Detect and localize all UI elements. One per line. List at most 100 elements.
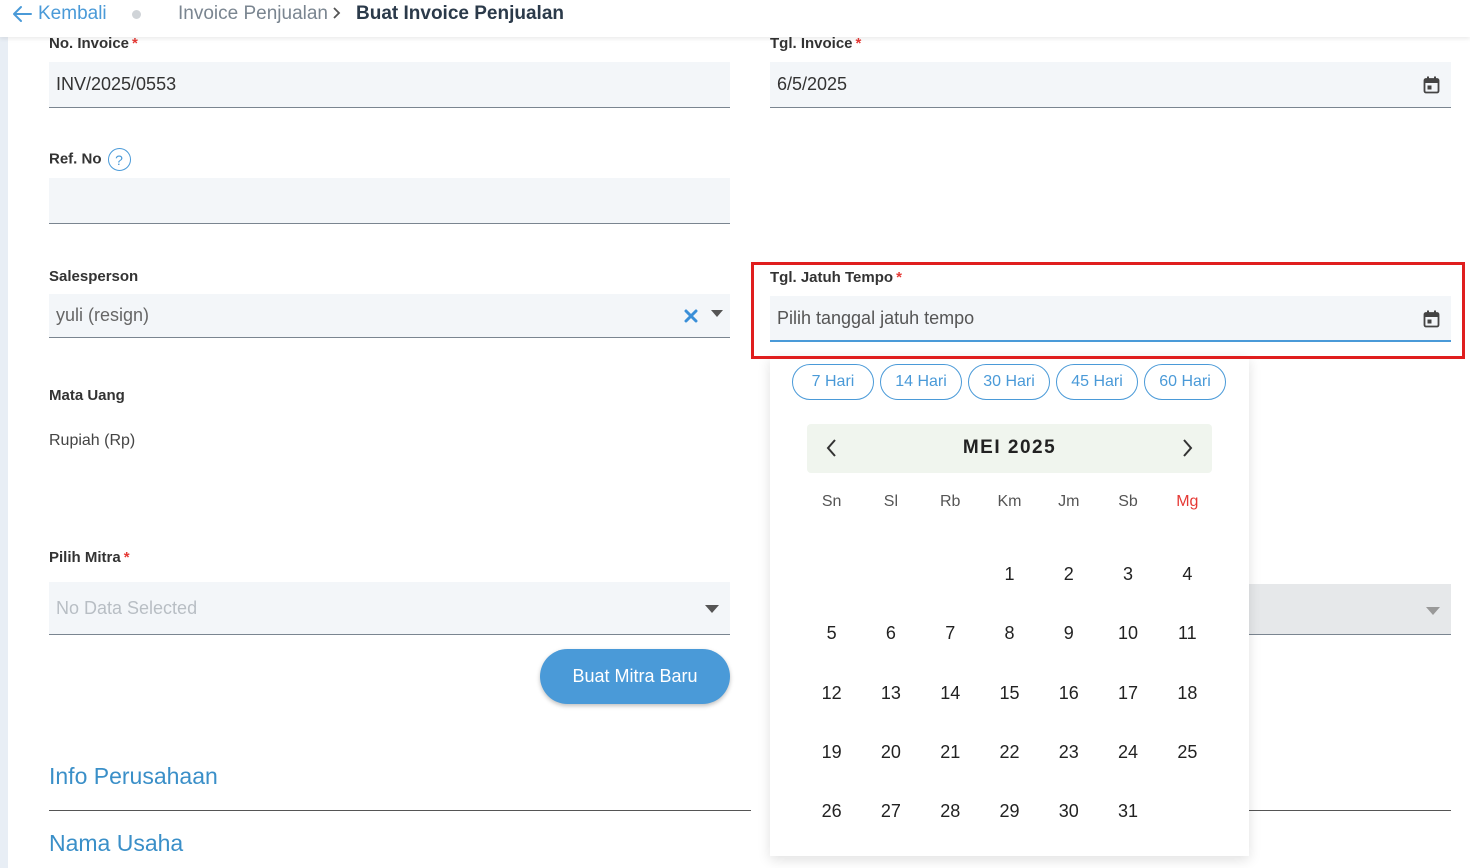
weekday-sb: Sb (1118, 493, 1138, 510)
calendar-day[interactable]: 20 (861, 742, 920, 763)
chip-14-hari[interactable]: 14 Hari (880, 364, 962, 400)
calendar-day[interactable]: 8 (980, 623, 1039, 644)
calendar-week: 5 6 7 8 9 10 11 (802, 604, 1217, 663)
pilih-mitra-label: Pilih Mitra * (49, 549, 130, 566)
calendar-day[interactable]: 21 (921, 742, 980, 763)
calendar-day[interactable]: 17 (1098, 683, 1157, 704)
divider (49, 810, 751, 811)
calendar-day[interactable]: 23 (1039, 742, 1098, 763)
calendar-day[interactable]: 16 (1039, 683, 1098, 704)
calendar-weeks: 1 2 3 4 5 6 7 8 9 10 11 12 13 14 15 16 17 18 19 20 21 22 23 24 2… (802, 545, 1217, 841)
calendar-grid: Sn Sl Rb Km Jm Sb Mg 1 2 3 4 5 6 7 8 9 10 11 12 13 14 15 16 17… (802, 493, 1217, 841)
calendar-day[interactable]: 1 (980, 564, 1039, 585)
tgl-jatuh-tempo-label: Tgl. Jatuh Tempo * (770, 269, 902, 286)
tgl-invoice-value: 6/5/2025 (777, 74, 848, 94)
breadcrumb-separator-dot (132, 10, 141, 19)
calendar-icon[interactable] (1423, 310, 1440, 328)
quick-term-chips: 7 Hari 14 Hari 30 Hari 45 Hari 60 Hari (792, 364, 1226, 400)
calendar-day[interactable]: 3 (1098, 564, 1157, 585)
calendar-day[interactable]: 27 (861, 801, 920, 822)
no-invoice-label: No. Invoice * (49, 35, 138, 52)
breadcrumb-invoice-penjualan[interactable]: Invoice Penjualan (178, 3, 328, 25)
pilih-mitra-select[interactable]: No Data Selected (49, 582, 730, 635)
weekday-jm: Jm (1058, 493, 1080, 510)
calendar-day[interactable]: 5 (802, 623, 861, 644)
chip-45-hari[interactable]: 45 Hari (1056, 364, 1138, 400)
dropdown-arrow-icon (1426, 607, 1440, 615)
left-rail (0, 0, 8, 868)
dropdown-arrow-icon[interactable] (705, 605, 719, 613)
calendar-day[interactable]: 12 (802, 683, 861, 704)
arrow-left-icon (13, 6, 32, 22)
ref-no-input[interactable] (49, 178, 730, 224)
calendar-day[interactable]: 2 (1039, 564, 1098, 585)
tgl-invoice-label-text: Tgl. Invoice (770, 35, 853, 52)
weekday-row: Sn Sl Rb Km Jm Sb Mg (802, 493, 1217, 523)
chevron-right-icon (333, 7, 341, 19)
calendar-day[interactable]: 15 (980, 683, 1039, 704)
calendar-day[interactable]: 13 (861, 683, 920, 704)
right-dropdown[interactable] (1249, 584, 1451, 635)
ref-no-label-text: Ref. No (49, 150, 102, 168)
calendar-week: 19 20 21 22 23 24 25 (802, 723, 1217, 782)
top-bar: Kembali Invoice Penjualan Buat Invoice P… (0, 0, 1470, 37)
required-marker: * (896, 269, 902, 286)
calendar-day[interactable]: 18 (1158, 683, 1217, 704)
tgl-jatuh-tempo-placeholder: Pilih tanggal jatuh tempo (777, 307, 975, 328)
calendar-day[interactable]: 29 (980, 801, 1039, 822)
calendar-day[interactable]: 26 (802, 801, 861, 822)
ref-no-label: Ref. No? (49, 148, 131, 171)
no-invoice-label-text: No. Invoice (49, 35, 130, 52)
back-link[interactable]: Kembali (12, 3, 107, 25)
weekday-rb: Rb (939, 493, 961, 510)
calendar-day[interactable]: 30 (1039, 801, 1098, 822)
chevron-right-icon[interactable] (1180, 438, 1194, 458)
dropdown-arrow-icon[interactable] (711, 310, 723, 317)
pilih-mitra-label-text: Pilih Mitra (49, 549, 121, 566)
calendar-day[interactable]: 31 (1098, 801, 1157, 822)
chip-60-hari[interactable]: 60 Hari (1144, 364, 1226, 400)
calendar-day[interactable]: 7 (921, 623, 980, 644)
required-marker: * (855, 35, 862, 52)
chip-7-hari[interactable]: 7 Hari (792, 364, 874, 400)
calendar-header: MEI 2025 (807, 424, 1212, 473)
weekday-km: Km (997, 493, 1022, 510)
calendar-day[interactable]: 14 (921, 683, 980, 704)
mata-uang-value: Rupiah (Rp) (49, 432, 136, 449)
weekday-mg: Mg (1176, 493, 1199, 510)
salesperson-label: Salesperson (49, 268, 139, 285)
calendar-day[interactable]: 9 (1039, 623, 1098, 644)
tgl-invoice-input[interactable]: 6/5/2025 (770, 62, 1451, 108)
no-invoice-input[interactable]: INV/2025/0553 (49, 62, 730, 108)
salesperson-value: yuli (resign) (56, 305, 150, 325)
required-marker: * (132, 35, 138, 52)
tgl-jatuh-tempo-input[interactable]: Pilih tanggal jatuh tempo (770, 296, 1451, 342)
calendar-week: 12 13 14 15 16 17 18 (802, 664, 1217, 723)
weekday-sn: Sn (821, 493, 842, 510)
calendar-icon[interactable] (1423, 76, 1440, 94)
calendar-day[interactable]: 6 (861, 623, 920, 644)
weekday-sl: Sl (883, 493, 899, 510)
page-title: Buat Invoice Penjualan (356, 3, 564, 24)
calendar-day[interactable]: 25 (1158, 742, 1217, 763)
info-perusahaan-heading: Info Perusahaan (49, 763, 218, 789)
calendar-day[interactable]: 22 (980, 742, 1039, 763)
calendar-day[interactable]: 4 (1158, 564, 1217, 585)
salesperson-select[interactable]: yuli (resign) (49, 294, 730, 338)
pilih-mitra-placeholder: No Data Selected (56, 597, 198, 618)
help-icon[interactable]: ? (107, 148, 131, 171)
clear-icon[interactable] (684, 309, 698, 323)
calendar-day[interactable]: 10 (1098, 623, 1157, 644)
chip-30-hari[interactable]: 30 Hari (968, 364, 1050, 400)
calendar-day[interactable]: 28 (921, 801, 980, 822)
calendar-week: 1234 (802, 545, 1217, 604)
tgl-jatuh-tempo-label-text: Tgl. Jatuh Tempo (770, 269, 894, 286)
calendar-week: 26 27 28 29 30 31 (802, 782, 1217, 841)
calendar-day[interactable]: 19 (802, 742, 861, 763)
calendar-day[interactable]: 24 (1098, 742, 1157, 763)
calendar-day[interactable]: 11 (1158, 623, 1217, 644)
tgl-invoice-label: Tgl. Invoice * (770, 35, 861, 52)
date-picker-popup: MEI 2025 Sn Sl Rb Km Jm Sb Mg 1 2 3 4 5 6 7 8 9 10 11 12 1… (770, 356, 1249, 856)
buat-mitra-baru-button[interactable]: Buat Mitra Baru (540, 649, 730, 704)
calendar-month-label[interactable]: MEI 2025 (807, 437, 1212, 459)
